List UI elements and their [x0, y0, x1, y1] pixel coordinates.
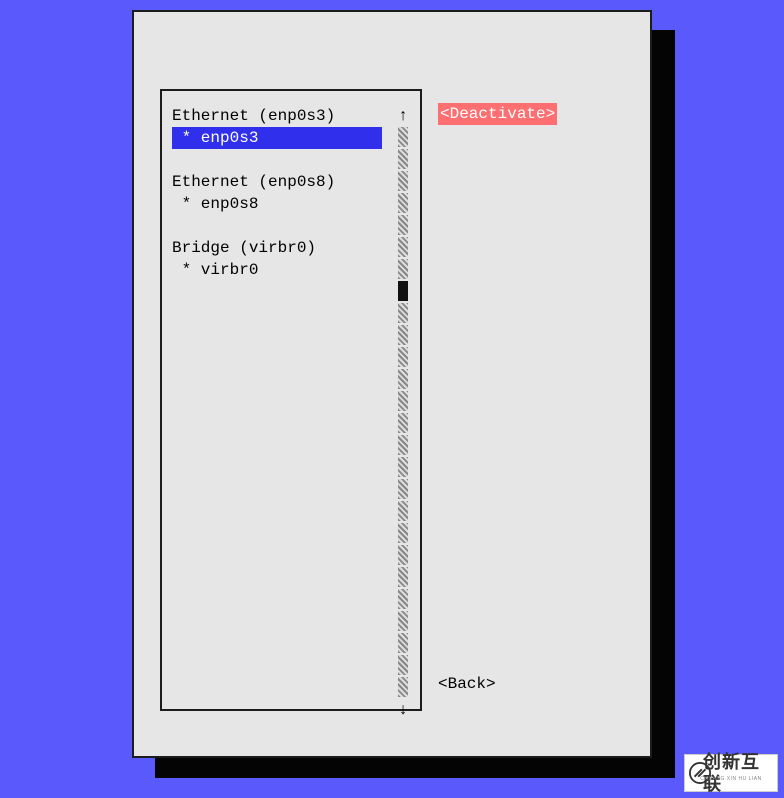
- interface-list-frame: Ethernet (enp0s3) * enp0s3 Ethernet (enp…: [160, 89, 422, 711]
- interface-group-header[interactable]: Ethernet (enp0s8): [172, 171, 382, 193]
- scroll-tick[interactable]: [398, 193, 408, 213]
- interface-item[interactable]: * enp0s8: [172, 193, 382, 215]
- scroll-tick[interactable]: [398, 149, 408, 169]
- scroll-tick[interactable]: [398, 501, 408, 521]
- interface-item[interactable]: * virbr0: [172, 259, 382, 281]
- interface-group-header[interactable]: Ethernet (enp0s3): [172, 105, 382, 127]
- scroll-tick[interactable]: [398, 413, 408, 433]
- scroll-tick[interactable]: [398, 633, 408, 653]
- spacer: [172, 149, 382, 171]
- scroll-tick[interactable]: [398, 237, 408, 257]
- deactivate-button[interactable]: <Deactivate>: [438, 103, 557, 125]
- scrollbar[interactable]: ↑ ↓: [396, 105, 410, 693]
- scroll-tick[interactable]: [398, 589, 408, 609]
- spacer: [172, 215, 382, 237]
- scroll-tick[interactable]: [398, 325, 408, 345]
- scroll-tick[interactable]: [398, 479, 408, 499]
- scroll-tick[interactable]: [398, 259, 408, 279]
- scroll-tick[interactable]: [398, 303, 408, 323]
- scroll-tick[interactable]: [398, 611, 408, 631]
- scroll-tick[interactable]: [398, 545, 408, 565]
- scroll-up-icon[interactable]: ↑: [398, 105, 408, 127]
- scroll-tick[interactable]: [398, 567, 408, 587]
- back-button[interactable]: <Back>: [438, 673, 496, 695]
- scroll-tick[interactable]: [398, 127, 408, 147]
- scroll-tick[interactable]: [398, 523, 408, 543]
- scroll-tick[interactable]: [398, 215, 408, 235]
- scroll-tick[interactable]: [398, 171, 408, 191]
- interface-list[interactable]: Ethernet (enp0s3) * enp0s3 Ethernet (enp…: [172, 105, 382, 281]
- scroll-track[interactable]: [398, 127, 408, 699]
- interface-group-header[interactable]: Bridge (virbr0): [172, 237, 382, 259]
- scroll-tick[interactable]: [398, 457, 408, 477]
- scroll-tick[interactable]: [398, 391, 408, 411]
- scroll-thumb[interactable]: [398, 281, 408, 301]
- logo-subtext: CHUANG XIN HU LIAN: [700, 768, 762, 790]
- interface-item[interactable]: * enp0s3: [172, 127, 382, 149]
- scroll-down-icon[interactable]: ↓: [398, 699, 408, 721]
- dialog-panel: Ethernet (enp0s3) * enp0s3 Ethernet (enp…: [132, 10, 652, 758]
- scroll-tick[interactable]: [398, 655, 408, 675]
- scroll-tick[interactable]: [398, 677, 408, 697]
- watermark-logo: 创新互联 CHUANG XIN HU LIAN: [684, 754, 778, 792]
- scroll-tick[interactable]: [398, 347, 408, 367]
- scroll-tick[interactable]: [398, 369, 408, 389]
- scroll-tick[interactable]: [398, 435, 408, 455]
